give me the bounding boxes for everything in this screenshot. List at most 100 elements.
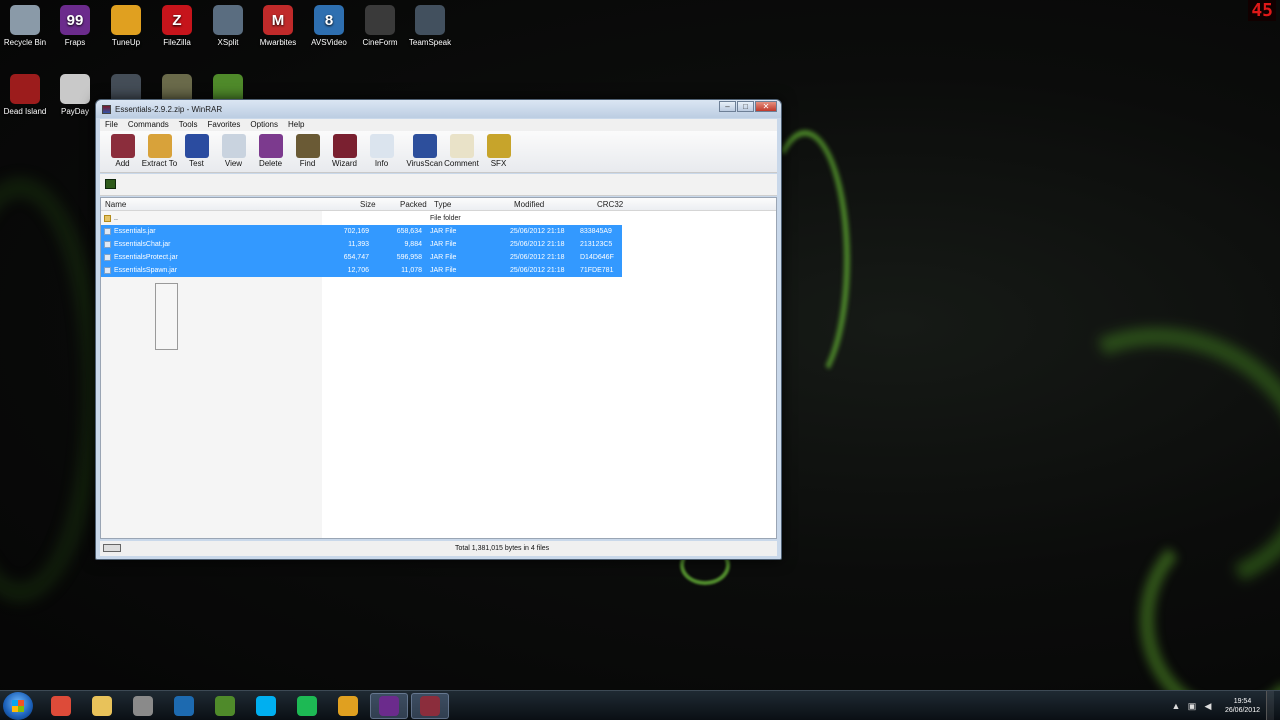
toolbar-label: VirusScan — [406, 159, 443, 168]
start-button[interactable] — [3, 691, 33, 720]
desktop-icon-label: Recycle Bin — [3, 38, 47, 47]
desktop-icon-cineform[interactable]: CineForm — [352, 5, 408, 47]
toolbar-comment-button[interactable]: Comment — [443, 131, 480, 168]
column-crc32[interactable]: CRC32 — [597, 200, 623, 209]
parent-folder-row[interactable]: .. File folder — [101, 212, 622, 225]
toolbar-label: SFX — [490, 159, 507, 168]
cell-type: JAR File — [430, 254, 457, 261]
network-icon[interactable]: ▣ — [1187, 701, 1197, 711]
minimize-button[interactable]: – — [719, 101, 736, 112]
column-type[interactable]: Type — [434, 200, 451, 209]
table-row[interactable]: EssentialsChat.jar 11,393 9,884 JAR File 25/… — [101, 238, 622, 251]
toolbar-find-button[interactable]: Find — [289, 131, 326, 168]
winrar-window[interactable]: Essentials-2.9.2.zip - WinRAR – □ ✕ File… — [95, 99, 782, 560]
toolbar-label: Add — [115, 159, 130, 168]
clock[interactable]: 19:54 26/06/2012 — [1225, 697, 1260, 715]
toolbar-sfx-button[interactable]: SFX — [480, 131, 517, 168]
taskbar-globe-button[interactable] — [165, 693, 203, 719]
add-archive-icon — [110, 134, 135, 158]
cell-modified: 25/06/2012 21:18 — [510, 228, 565, 235]
window-controls: – □ ✕ — [719, 101, 777, 112]
taskbar-minecraft-button[interactable] — [206, 693, 244, 719]
up-folder-icon[interactable] — [105, 179, 116, 189]
menu-commands[interactable]: Commands — [123, 119, 174, 131]
info-icon — [369, 134, 394, 158]
menu-tools[interactable]: Tools — [174, 119, 203, 131]
cell-type: JAR File — [430, 241, 457, 248]
toolbar-info-button[interactable]: Info — [363, 131, 400, 168]
desktop-icon-label: Fraps — [64, 38, 86, 47]
taskbar-winrar-button[interactable] — [411, 692, 449, 719]
cell-crc: 213123C5 — [580, 241, 613, 248]
cell-name: EssentialsChat.jar — [114, 241, 171, 248]
menu-help[interactable]: Help — [283, 119, 309, 131]
desktop-icon-recycle-bin[interactable]: Recycle Bin — [0, 5, 53, 47]
parent-type: File folder — [430, 215, 461, 222]
menu-favorites[interactable]: Favorites — [202, 119, 245, 131]
toolbar-test-button[interactable]: Test — [178, 131, 215, 168]
column-modified[interactable]: Modified — [514, 200, 544, 209]
desktop-icon-mwarbites[interactable]: M Mwarbites — [250, 5, 306, 47]
taskbar-fraps-button[interactable] — [370, 692, 408, 719]
settings-icon — [133, 695, 153, 716]
menu-bar: File Commands Tools Favorites Options He… — [100, 119, 777, 131]
address-bar — [100, 174, 777, 196]
taskbar-chrome-button[interactable] — [42, 693, 80, 719]
desktop-icon-tuneup[interactable]: TuneUp — [98, 5, 154, 47]
find-icon — [295, 134, 320, 158]
column-packed[interactable]: Packed — [400, 200, 427, 209]
column-size[interactable]: Size — [360, 200, 376, 209]
status-bar: Total 1,381,015 bytes in 4 files — [100, 541, 777, 556]
toolbar-delete-button[interactable]: Delete — [252, 131, 289, 168]
toolbar-view-button[interactable]: View — [215, 131, 252, 168]
drive-icon[interactable] — [103, 544, 121, 552]
cell-size: 11,393 — [348, 241, 369, 248]
teamspeak-icon — [415, 5, 445, 35]
title-bar[interactable]: Essentials-2.9.2.zip - WinRAR — [96, 100, 781, 118]
menu-options[interactable]: Options — [245, 119, 283, 131]
toolbar-label: Delete — [258, 159, 283, 168]
menu-file[interactable]: File — [100, 119, 123, 131]
cell-packed: 9,884 — [404, 241, 422, 248]
taskbar-settings-button[interactable] — [124, 693, 162, 719]
desktop-icon-dead-island[interactable]: Dead Island — [0, 74, 53, 116]
drag-selection-ghost — [155, 283, 178, 350]
file-list[interactable]: Name Size Packed Type Modified CRC32 .. … — [100, 197, 777, 539]
table-row[interactable]: Essentials.jar 702,169 658,634 JAR File 25/0… — [101, 225, 622, 238]
jar-file-icon — [104, 228, 111, 235]
status-text: Total 1,381,015 bytes in 4 files — [455, 545, 550, 552]
toolbar-label: Info — [374, 159, 389, 168]
cell-crc: D14D646F — [580, 254, 614, 261]
close-button[interactable]: ✕ — [755, 101, 777, 112]
desktop-icon-label: TeamSpeak — [408, 38, 452, 47]
desktop-icon-fraps[interactable]: 99 Fraps — [47, 5, 103, 47]
clock-time: 19:54 — [1233, 698, 1252, 705]
recycle-bin-icon — [10, 5, 40, 35]
taskbar-explorer-button[interactable] — [83, 693, 121, 719]
toolbar-extract-to-button[interactable]: Extract To — [141, 131, 178, 168]
desktop-icon-avsvideo[interactable]: 8 AVSVideo — [301, 5, 357, 47]
taskbar-folder-button[interactable] — [329, 693, 367, 719]
taskbar-spotify-button[interactable] — [288, 693, 326, 719]
table-row[interactable]: EssentialsSpawn.jar 12,706 11,078 JAR File 2… — [101, 264, 622, 277]
toolbar-add-button[interactable]: Add — [104, 131, 141, 168]
show-hidden-icons-icon[interactable]: ▲ — [1171, 701, 1181, 711]
fps-counter: 45 — [1248, 0, 1276, 21]
show-desktop-button[interactable] — [1266, 691, 1274, 720]
toolbar-label: Wizard — [332, 159, 357, 168]
desktop-icon-filezilla[interactable]: Z FileZilla — [149, 5, 205, 47]
desktop-icon-xsplit[interactable]: XSplit — [200, 5, 256, 47]
avs-video-icon: 8 — [314, 5, 344, 35]
maximize-button[interactable]: □ — [737, 101, 754, 112]
column-name[interactable]: Name — [105, 200, 126, 209]
table-row[interactable]: EssentialsProtect.jar 654,747 596,958 JAR F… — [101, 251, 622, 264]
spotify-icon — [297, 695, 317, 716]
parent-name: .. — [114, 215, 118, 222]
toolbar-virusscan-button[interactable]: VirusScan — [406, 131, 443, 168]
taskbar-skype-button[interactable] — [247, 693, 285, 719]
desktop-icon-label: TuneUp — [111, 38, 141, 47]
toolbar-wizard-button[interactable]: Wizard — [326, 131, 363, 168]
volume-icon[interactable]: ◀ — [1203, 701, 1213, 711]
cell-size: 12,706 — [347, 267, 369, 274]
desktop-icon-teamspeak[interactable]: TeamSpeak — [402, 5, 458, 47]
